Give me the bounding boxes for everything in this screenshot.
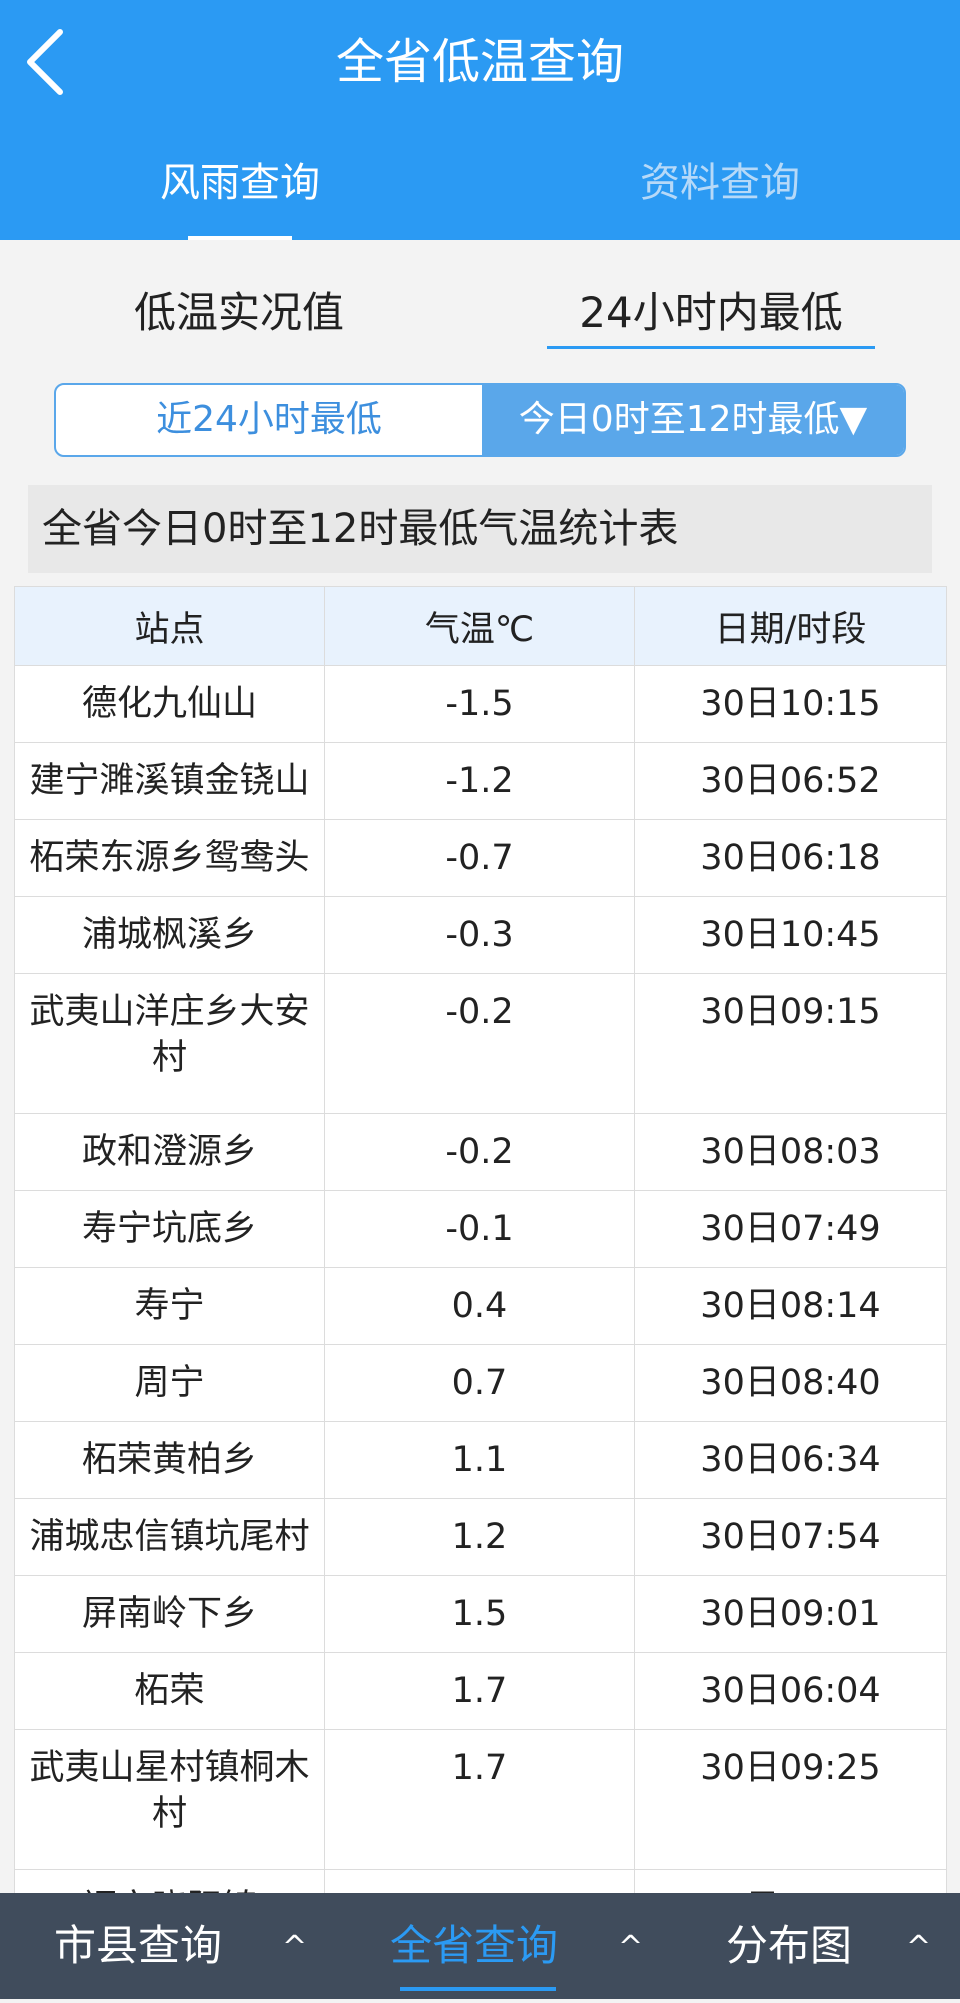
datetime-cell: 30日08:40 (634, 1344, 947, 1422)
station-cell: 柘荣东源乡鸳鸯头 (14, 819, 325, 897)
datetime-cell: 30日10:15 (634, 665, 947, 743)
segment-last-24h[interactable]: 近24小时最低 (56, 385, 482, 455)
app-header: 全省低温查询 风雨查询 资料查询 (0, 0, 960, 240)
station-cell: 武夷山星村镇桐木村 (14, 1729, 325, 1870)
station-cell: 浦城忠信镇坑尾村 (14, 1498, 325, 1576)
temperature-cell: 0.7 (324, 1344, 635, 1422)
datetime-cell: 30日07:54 (634, 1498, 947, 1576)
active-tab-indicator (188, 236, 292, 240)
temperature-cell: -0.7 (324, 819, 635, 897)
station-cell: 柘荣黄柏乡 (14, 1421, 325, 1499)
temperature-cell: -1.2 (324, 742, 635, 820)
table-row[interactable]: 浦城忠信镇坑尾村 1.2 30日07:54 (14, 1498, 947, 1576)
table-row[interactable]: 寿宁 0.4 30日08:14 (14, 1267, 947, 1345)
station-cell: 周宁 (14, 1344, 325, 1422)
table-row[interactable]: 政和澄源乡 -0.2 30日08:03 (14, 1113, 947, 1191)
nav-distribution-map[interactable]: 分布图 (726, 1893, 852, 1999)
table-row[interactable]: 周宁 0.7 30日08:40 (14, 1344, 947, 1422)
column-header-temperature[interactable]: 气温℃ (324, 586, 635, 666)
table-row[interactable]: 武夷山洋庄乡大安村 -0.2 30日09:15 (14, 973, 947, 1114)
station-cell: 寿宁坑底乡 (14, 1190, 325, 1268)
datetime-cell: 30日07:49 (634, 1190, 947, 1268)
datetime-cell: 30日06:52 (634, 742, 947, 820)
option-24h-min[interactable]: 24小时内最低 (547, 280, 875, 349)
datetime-cell: 30日08:14 (634, 1267, 947, 1345)
temperature-cell: -0.2 (324, 1113, 635, 1191)
datetime-cell: 30日06:04 (634, 1652, 947, 1730)
datetime-cell: 30日10:45 (634, 896, 947, 974)
datetime-cell: 30日06:34 (634, 1421, 947, 1499)
station-cell: 建宁濉溪镇金铙山 (14, 742, 325, 820)
table-row[interactable]: 柘荣 1.7 30日06:04 (14, 1652, 947, 1730)
station-cell: 浦城枫溪乡 (14, 896, 325, 974)
nav-province-query[interactable]: 全省查询 (390, 1893, 558, 1999)
table-header-row: 站点 气温℃ 日期/时段 (14, 586, 947, 666)
table-row[interactable]: 屏南岭下乡 1.5 30日09:01 (14, 1575, 947, 1653)
station-cell: 寿宁 (14, 1267, 325, 1345)
table-row[interactable]: 浦城枫溪乡 -0.3 30日10:45 (14, 896, 947, 974)
chevron-up-icon[interactable]: ^ (282, 1893, 307, 1999)
table-row[interactable]: 寿宁坑底乡 -0.1 30日07:49 (14, 1190, 947, 1268)
column-header-datetime[interactable]: 日期/时段 (634, 586, 947, 666)
chevron-up-icon[interactable]: ^ (618, 1893, 643, 1999)
datetime-cell: 30日06:18 (634, 819, 947, 897)
temperature-cell: -0.3 (324, 896, 635, 974)
datetime-cell: 30日09:01 (634, 1575, 947, 1653)
table-row[interactable]: 德化九仙山 -1.5 30日10:15 (14, 665, 947, 743)
temperature-cell: -0.2 (324, 973, 635, 1114)
temperature-cell: 1.2 (324, 1498, 635, 1576)
bottom-navigation: 市县查询 ^ 全省查询 ^ 分布图 ^ (0, 1893, 960, 1999)
temperature-cell: -1.5 (324, 665, 635, 743)
station-cell: 屏南岭下乡 (14, 1575, 325, 1653)
temperature-cell: -0.1 (324, 1190, 635, 1268)
chevron-up-icon[interactable]: ^ (906, 1893, 931, 1999)
temperature-cell: 1.7 (324, 1729, 635, 1870)
period-segmented-control: 近24小时最低 今日0时至12时最低▼ (54, 383, 906, 457)
temperature-cell: 0.4 (324, 1267, 635, 1345)
column-header-station[interactable]: 站点 (14, 586, 325, 666)
active-nav-indicator (400, 1987, 556, 1991)
datetime-cell: 30日09:25 (634, 1729, 947, 1870)
table-row[interactable]: 柘荣黄柏乡 1.1 30日06:34 (14, 1421, 947, 1499)
datetime-cell: 30日09:15 (634, 973, 947, 1114)
datetime-cell: 30日08:03 (634, 1113, 947, 1191)
station-cell: 德化九仙山 (14, 665, 325, 743)
option-low-temp-actual[interactable]: 低温实况值 (134, 280, 344, 346)
tab-wind-rain[interactable]: 风雨查询 (90, 150, 390, 216)
temperature-cell: 1.1 (324, 1421, 635, 1499)
table-row[interactable]: 武夷山星村镇桐木村 1.7 30日09:25 (14, 1729, 947, 1870)
table-row[interactable]: 柘荣东源乡鸳鸯头 -0.7 30日06:18 (14, 819, 947, 897)
temperature-cell: 1.5 (324, 1575, 635, 1653)
segment-today-0-12-dropdown[interactable]: 今日0时至12时最低▼ (482, 385, 904, 455)
temperature-cell: 1.7 (324, 1652, 635, 1730)
nav-city-county-query[interactable]: 市县查询 (54, 1893, 222, 1999)
station-cell: 柘荣 (14, 1652, 325, 1730)
page-title: 全省低温查询 (335, 34, 624, 90)
tab-data-query[interactable]: 资料查询 (570, 150, 870, 216)
temperature-table: 站点 气温℃ 日期/时段 德化九仙山 -1.5 30日10:15 建宁濉溪镇金铙… (14, 586, 947, 1947)
table-row[interactable]: 建宁濉溪镇金铙山 -1.2 30日06:52 (14, 742, 947, 820)
table-caption: 全省今日0时至12时最低气温统计表 (28, 485, 932, 573)
station-cell: 政和澄源乡 (14, 1113, 325, 1191)
station-cell: 武夷山洋庄乡大安村 (14, 973, 325, 1114)
